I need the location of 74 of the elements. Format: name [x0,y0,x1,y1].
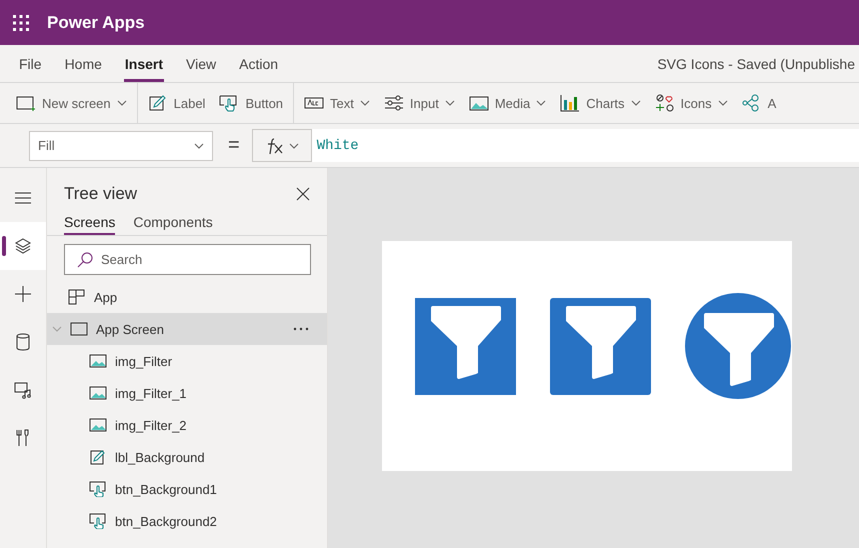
toolbar-button[interactable]: Text [304,83,384,123]
image-icon [89,353,107,369]
tree-item-label: lbl_Background [115,450,205,464]
selection-indicator [2,236,6,256]
media-icon[interactable] [13,380,33,400]
tree-item-label: btn_Background2 [115,514,217,528]
search-icon [77,252,93,268]
tree-item[interactable]: btn_Background1 [47,473,327,505]
screen-icon [70,321,88,337]
close-icon[interactable] [296,187,310,201]
toolbar-button[interactable]: New screen [16,83,138,123]
toolbar-button[interactable]: Button [219,83,294,123]
toolbar-button[interactable]: Input [384,83,469,123]
chevron-down-icon [630,100,641,106]
chevron-down-icon [194,142,204,148]
tree-item-label: App Screen [96,322,164,336]
tree-item-label: App [94,290,118,304]
pencil-icon [148,94,168,112]
property-dropdown[interactable]: Fill [29,130,213,160]
rail-button[interactable] [0,222,46,270]
document-title: SVG Icons - Saved (Unpublishe [657,56,855,72]
chevron-down-icon [360,100,370,106]
filter-icon [415,298,516,394]
tree-item[interactable]: lbl_Background [47,441,327,473]
menu-tab[interactable]: View [185,45,218,82]
app-title: Power Apps [47,12,145,32]
toolbar-button[interactable]: Label [148,83,220,123]
chevron-down-icon [288,142,299,148]
tree-item-label: btn_Background1 [115,482,217,496]
tree-item[interactable]: img_Filter [47,345,327,377]
pointer-hand-icon [219,94,240,112]
pencil-icon [89,449,107,465]
panel-tab[interactable]: Components [133,214,213,235]
image-icon [89,417,107,433]
image-icon [89,385,107,401]
filter-icon [550,298,651,394]
formula-input[interactable]: White [312,129,859,162]
layers-icon[interactable] [13,236,33,256]
toolbar-button[interactable]: Media [468,83,560,123]
panel-title: Tree view [64,184,138,204]
toolbar-button[interactable]: Charts [560,83,655,123]
menu-tab[interactable]: Insert [124,45,164,82]
bar-chart-icon [560,94,580,112]
tree-item-label: img_Filter [115,354,172,368]
chevron-down-icon [116,100,127,106]
chevron-down-icon [536,100,546,106]
panel-tab[interactable]: Screens [64,214,116,235]
sliders-icon [384,94,404,112]
new-screen-icon [16,94,36,112]
tree-item-label: img_Filter_1 [115,386,187,400]
toolbar-button[interactable]: Icons [654,83,742,123]
tree-item[interactable]: img_Filter_2 [47,409,327,441]
image-icon [468,94,489,112]
equals-sign: = [228,134,240,157]
menu-tab[interactable]: File [18,45,43,82]
plus-icon[interactable] [13,284,33,304]
app-launcher-icon[interactable] [13,14,29,30]
function-button[interactable] [252,129,312,162]
toolbar-button[interactable]: A [742,83,790,123]
tree-item[interactable]: btn_Background2 [47,505,327,537]
pointer-hand-icon [89,513,107,529]
search-field[interactable]: Search [64,244,311,275]
chevron-down-icon [444,100,455,106]
pointer-hand-icon [89,481,107,497]
app-grid-icon [68,289,86,305]
tree-item[interactable]: img_Filter_1 [47,377,327,409]
more-options-icon[interactable] [293,327,309,331]
chevron-down-icon [718,100,728,106]
tree-item-label: img_Filter_2 [115,418,187,432]
tree-item[interactable]: App [47,281,327,313]
menu-tab[interactable]: Home [64,45,103,82]
tree-item[interactable]: App Screen [47,313,327,345]
menu-tab[interactable]: Action [238,45,280,82]
icon-set-icon [654,94,675,112]
